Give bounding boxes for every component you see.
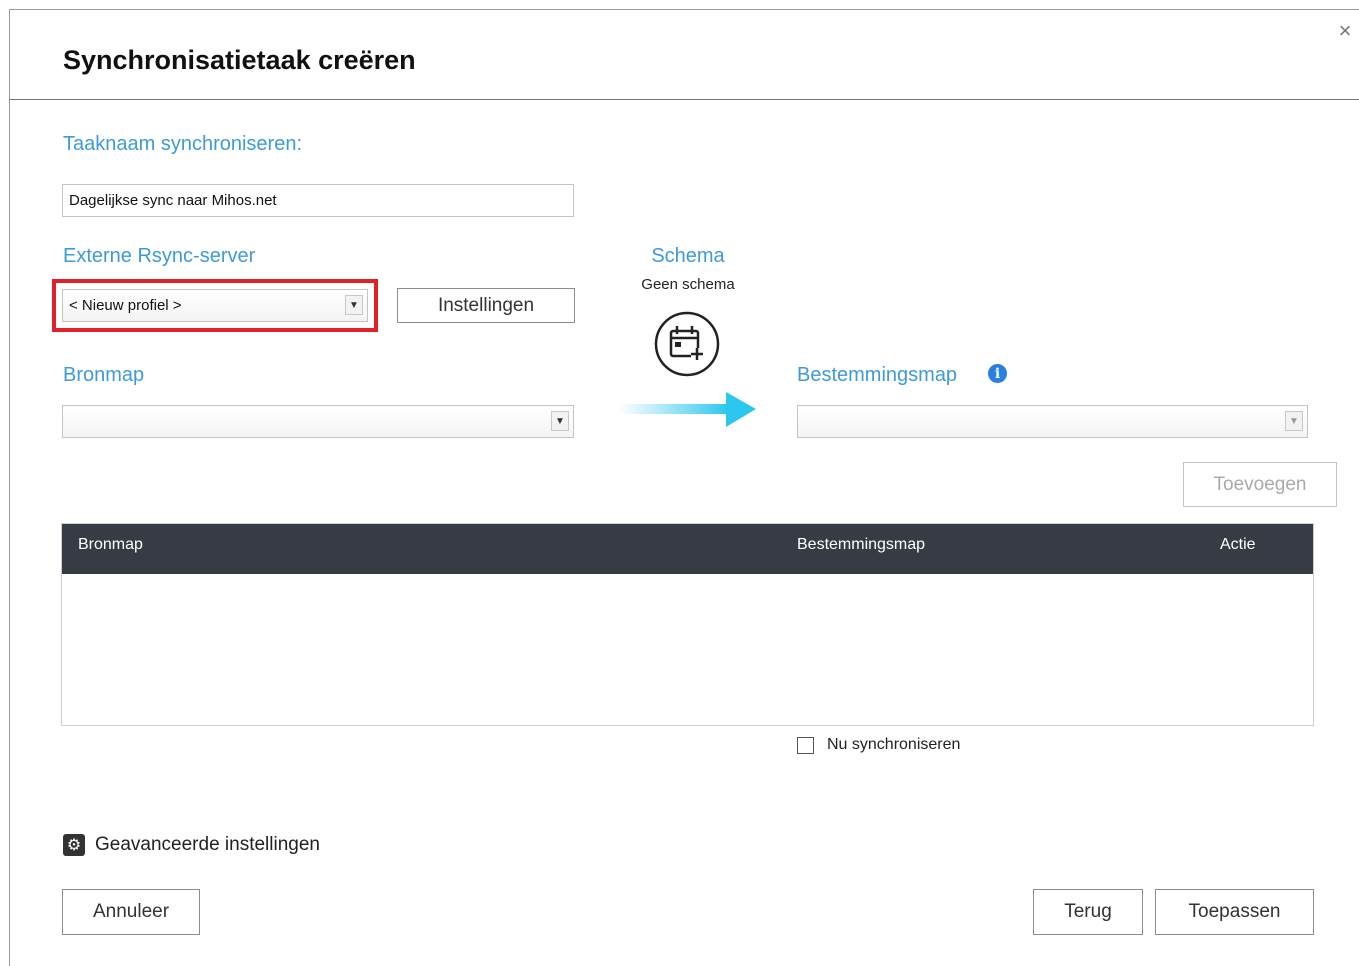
column-header-destination: Bestemmingsmap: [797, 536, 926, 553]
apply-button[interactable]: Toepassen: [1155, 889, 1314, 935]
task-name-input[interactable]: [62, 184, 574, 217]
task-name-label: Taaknaam synchroniseren:: [63, 133, 303, 155]
close-icon[interactable]: ×: [1336, 20, 1354, 42]
advanced-settings-label: Geavanceerde instellingen: [95, 834, 320, 855]
destination-folder-select[interactable]: ▼: [797, 405, 1308, 438]
chevron-down-icon: ▼: [551, 411, 569, 431]
destination-folder-label: Bestemmingsmap: [797, 364, 958, 386]
table-header: Bronmap Bestemmingsmap Actie: [62, 524, 1313, 574]
rsync-server-label: Externe Rsync-server: [63, 245, 256, 267]
cancel-button[interactable]: Annuleer: [62, 889, 200, 935]
gear-icon: ⚙: [63, 834, 85, 856]
rsync-profile-select[interactable]: < Nieuw profiel > ▼: [62, 289, 368, 322]
title-divider: [9, 99, 1359, 100]
dialog-title: Synchronisatietaak creëren: [63, 45, 416, 75]
chevron-down-icon: ▼: [1285, 411, 1303, 431]
sync-now-label: Nu synchroniseren: [827, 736, 961, 753]
sync-now-row: Nu synchroniseren: [797, 736, 960, 754]
chevron-down-icon: ▼: [345, 295, 363, 315]
source-folder-select[interactable]: ▼: [62, 405, 574, 438]
back-button[interactable]: Terug: [1033, 889, 1143, 935]
schedule-value: Geen schema: [641, 276, 735, 293]
advanced-settings-link[interactable]: ⚙ Geavanceerde instellingen: [63, 834, 320, 856]
column-header-action: Actie: [1220, 536, 1256, 553]
folder-pairs-table: Bronmap Bestemmingsmap Actie: [61, 523, 1314, 726]
column-header-source: Bronmap: [78, 536, 143, 553]
calendar-add-icon[interactable]: [654, 311, 720, 377]
settings-button[interactable]: Instellingen: [397, 288, 575, 323]
rsync-profile-value: < Nieuw profiel >: [69, 297, 182, 314]
info-icon[interactable]: i: [988, 364, 1007, 383]
add-button[interactable]: Toevoegen: [1183, 462, 1337, 507]
sync-direction-arrow: [618, 392, 756, 427]
sync-now-checkbox[interactable]: [797, 736, 814, 754]
schedule-label: Schema: [651, 245, 725, 267]
source-folder-label: Bronmap: [63, 364, 145, 386]
